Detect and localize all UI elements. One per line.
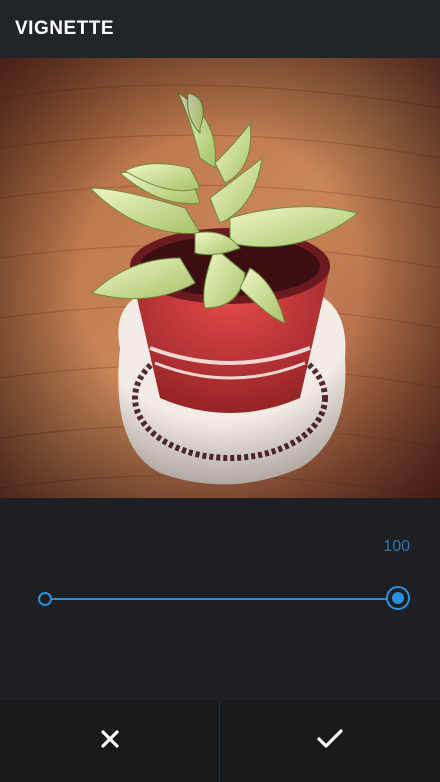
close-icon: [100, 729, 120, 754]
slider-start-marker: [38, 592, 52, 606]
bottom-bar: [0, 700, 440, 782]
cancel-button[interactable]: [0, 700, 219, 782]
adjustment-panel: 100: [0, 498, 440, 700]
slider-value: 100: [383, 538, 410, 555]
slider-track[interactable]: [45, 598, 397, 600]
photo-preview: [0, 58, 440, 498]
page-title: VIGNETTE: [15, 18, 115, 39]
succulent-photo: [0, 58, 440, 498]
confirm-button[interactable]: [220, 700, 439, 782]
slider-thumb[interactable]: [386, 586, 410, 610]
check-icon: [316, 728, 343, 754]
vignette-slider[interactable]: [38, 586, 410, 612]
top-bar: VIGNETTE: [0, 0, 440, 58]
